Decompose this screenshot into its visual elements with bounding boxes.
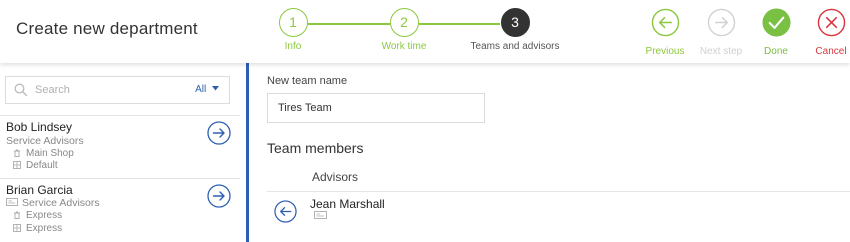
- next-step-label: Next step: [699, 46, 743, 57]
- advisors-heading: Advisors: [312, 170, 359, 184]
- advisor-detail: Express: [13, 210, 62, 221]
- shop-name: Main Shop: [26, 148, 74, 159]
- step-info[interactable]: 1 Info: [233, 8, 353, 52]
- arrow-right-icon[interactable]: [207, 184, 231, 208]
- grid-icon: [13, 161, 21, 169]
- previous-label: Previous: [645, 46, 685, 57]
- divider: [267, 191, 850, 192]
- advisor-role: Service Advisors: [6, 197, 100, 209]
- cancel-label: Cancel: [815, 46, 847, 57]
- previous-button[interactable]: Previous: [635, 8, 695, 57]
- create-department-page: Create new department 1 Info 2 Work time…: [0, 0, 850, 242]
- checkmark-icon: [761, 8, 791, 37]
- step-label: Teams and advisors: [470, 41, 560, 52]
- search-input[interactable]: Search: [35, 84, 70, 96]
- search-icon: [14, 83, 28, 97]
- schedule-name: Default: [26, 160, 58, 171]
- id-card-icon: [6, 198, 18, 206]
- team-name-input[interactable]: Tires Team: [267, 93, 485, 123]
- filter-dropdown[interactable]: All: [195, 84, 219, 95]
- filter-value: All: [195, 84, 207, 95]
- id-card-icon: [314, 211, 327, 219]
- team-members-heading: Team members: [267, 140, 364, 156]
- advisor-detail: Express: [13, 223, 62, 234]
- advisor-detail: Main Shop: [13, 148, 74, 159]
- list-item[interactable]: Brian Garcia Service Advisors Express Ex…: [0, 178, 246, 242]
- advisor-name: Bob Lindsey: [6, 120, 73, 134]
- arrow-left-icon: [651, 8, 679, 37]
- chevron-down-icon: [212, 86, 219, 91]
- arrow-right-icon: [707, 8, 735, 37]
- advisor-list-panel: Search All Bob Lindsey Service Advisors …: [0, 63, 246, 242]
- member-name: Jean Marshall: [310, 197, 385, 211]
- step-number: 3: [500, 8, 530, 37]
- grid-icon: [13, 224, 21, 232]
- list-item[interactable]: Bob Lindsey Service Advisors Main Shop D…: [0, 115, 246, 177]
- header-bar: Create new department 1 Info 2 Work time…: [0, 0, 850, 63]
- done-button[interactable]: Done: [746, 8, 806, 57]
- shop-name: Express: [26, 210, 63, 221]
- step-work-time[interactable]: 2 Work time: [344, 8, 464, 52]
- page-title: Create new department: [16, 19, 198, 38]
- schedule-name: Express: [26, 223, 63, 234]
- arrow-right-icon[interactable]: [207, 121, 231, 145]
- remove-member-button[interactable]: [274, 200, 297, 223]
- panel-divider: [246, 63, 249, 242]
- step-label: Work time: [381, 41, 427, 52]
- step-teams-advisors[interactable]: 3 Teams and advisors: [455, 8, 575, 52]
- advisor-role-text: Service Advisors: [22, 197, 100, 209]
- trash-icon: [14, 149, 20, 157]
- step-label: Info: [284, 41, 302, 52]
- advisor-detail: Default: [13, 160, 58, 171]
- advisor-name: Brian Garcia: [6, 183, 73, 197]
- trash-icon: [14, 211, 20, 219]
- cancel-button[interactable]: Cancel: [801, 8, 850, 57]
- search-box[interactable]: Search All: [5, 76, 230, 104]
- step-number: 2: [389, 8, 419, 37]
- close-icon: [817, 8, 845, 37]
- advisor-role: Service Advisors: [6, 135, 84, 147]
- next-step-button[interactable]: Next step: [691, 8, 751, 57]
- team-name-label: New team name: [267, 75, 348, 87]
- done-label: Done: [764, 46, 788, 57]
- step-number: 1: [278, 8, 308, 37]
